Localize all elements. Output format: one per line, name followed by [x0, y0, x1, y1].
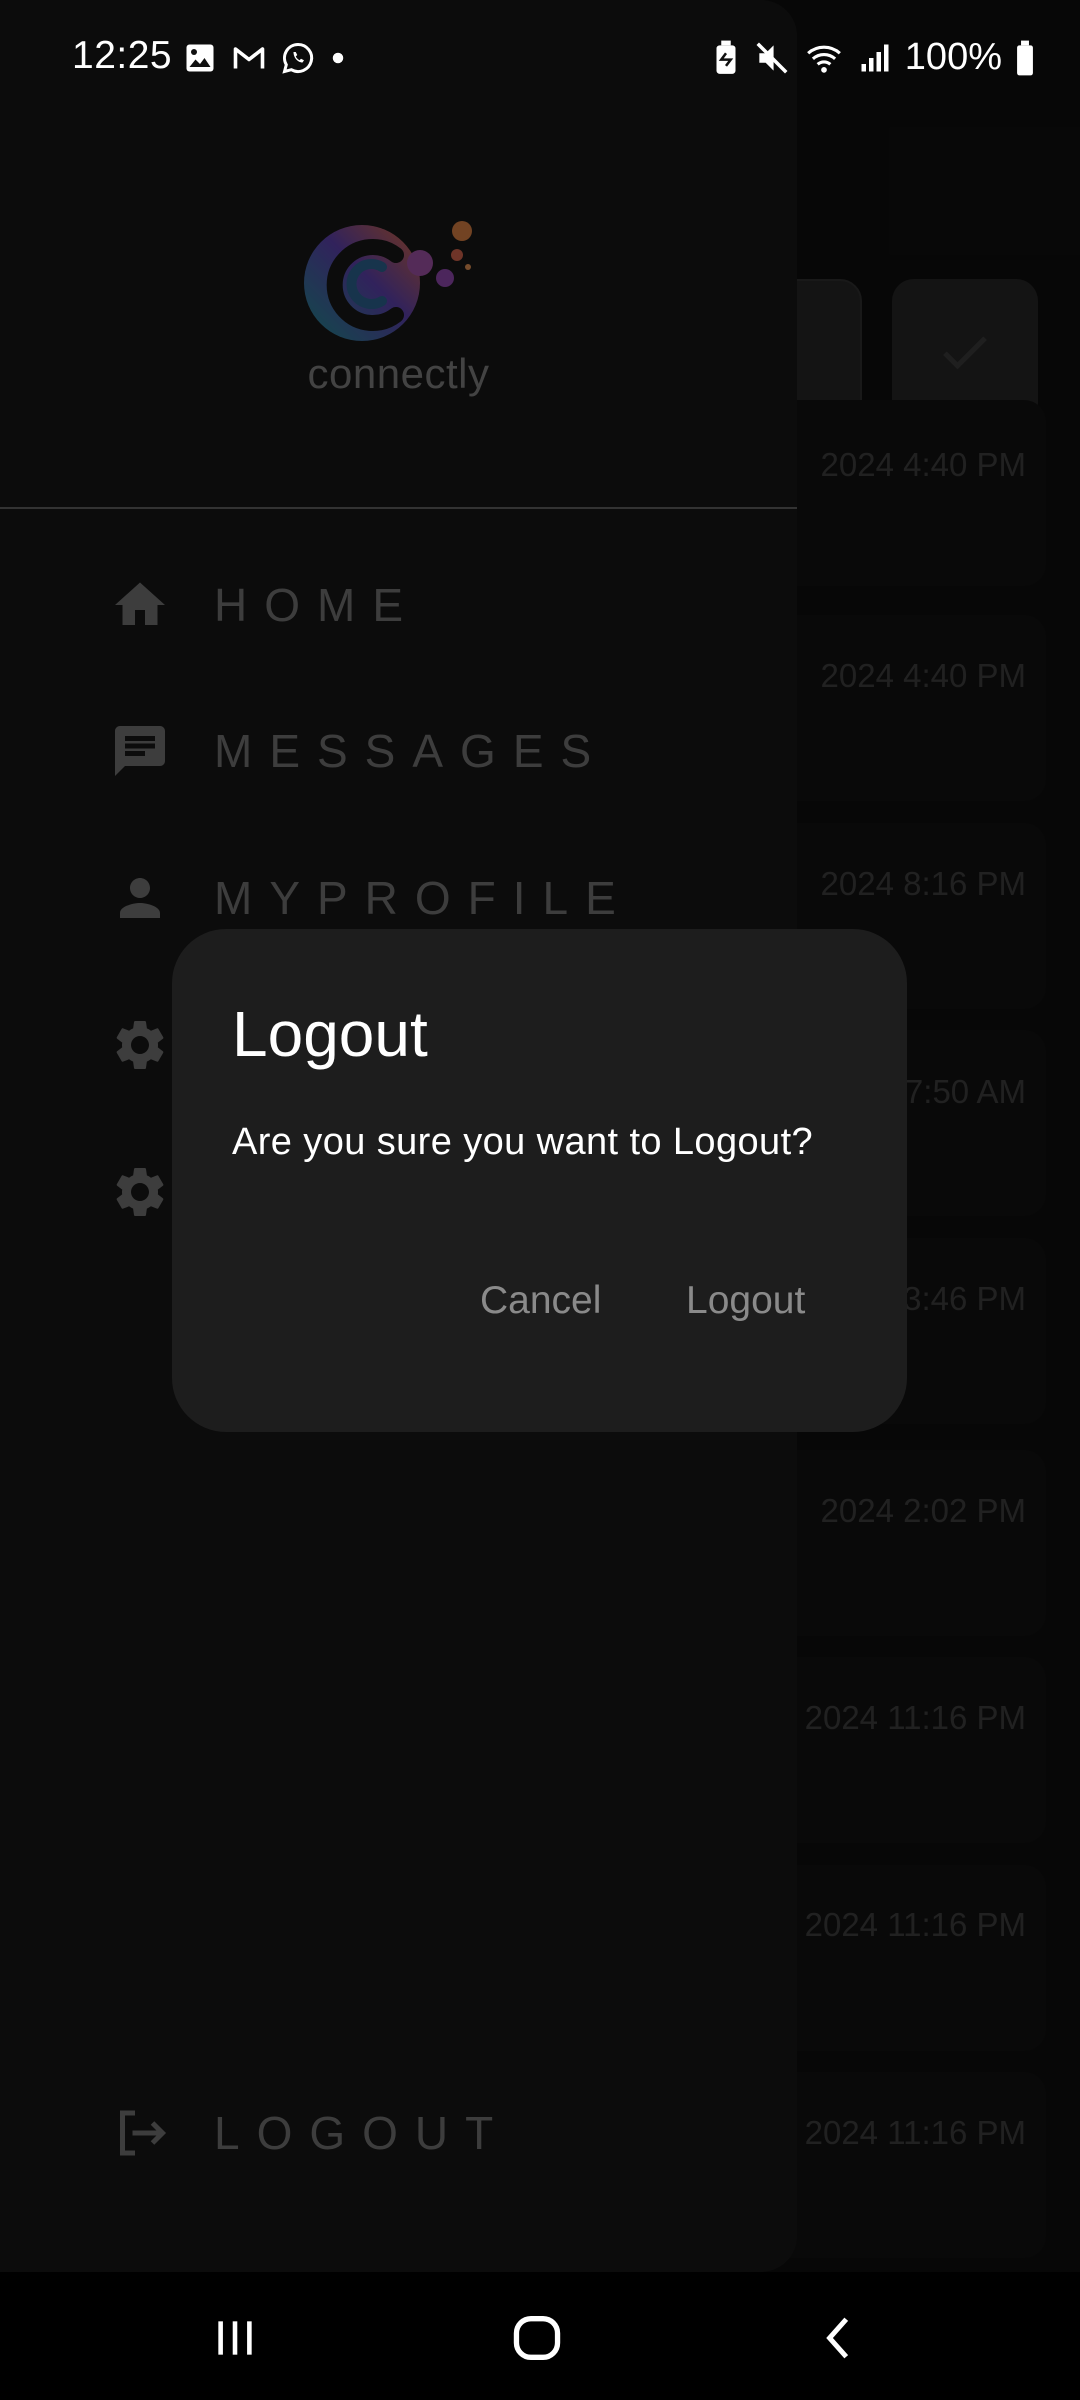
recent-apps-icon: [218, 2321, 252, 2355]
status-time: 12:25: [72, 34, 173, 77]
back-button[interactable]: [800, 2298, 880, 2378]
signal-icon: [861, 44, 889, 71]
notification-dot-icon: [332, 52, 344, 64]
battery-percentage: 100%: [904, 36, 1002, 78]
system-navigation-bar: [0, 2272, 1080, 2400]
gallery-icon: [186, 44, 214, 72]
recent-apps-button[interactable]: [195, 2298, 275, 2378]
battery-saver-icon: [716, 40, 736, 74]
whatsapp-icon: [282, 42, 314, 74]
home-nav-icon: [513, 2316, 561, 2360]
mute-icon: [756, 42, 788, 73]
back-icon: [826, 2317, 849, 2359]
battery-icon: [1017, 40, 1033, 75]
status-bar: 12:25 100%: [0, 0, 1080, 120]
gmail-icon: [233, 47, 265, 69]
notification-icons: [182, 40, 348, 76]
dialog-message: Are you sure you want to Logout?: [232, 1121, 814, 1163]
wifi-icon: [806, 45, 841, 73]
system-icons: 100%: [711, 36, 1036, 79]
cancel-button[interactable]: Cancel: [472, 1269, 609, 1333]
confirm-logout-button[interactable]: Logout: [678, 1269, 813, 1333]
home-button[interactable]: [497, 2298, 577, 2378]
screen: 2024 4:40 PM 2024 4:40 PM 2024 8:16 PM 7…: [0, 0, 1080, 2400]
dialog-title: Logout: [232, 998, 428, 1070]
logout-dialog: Logout Are you sure you want to Logout? …: [172, 929, 907, 1432]
